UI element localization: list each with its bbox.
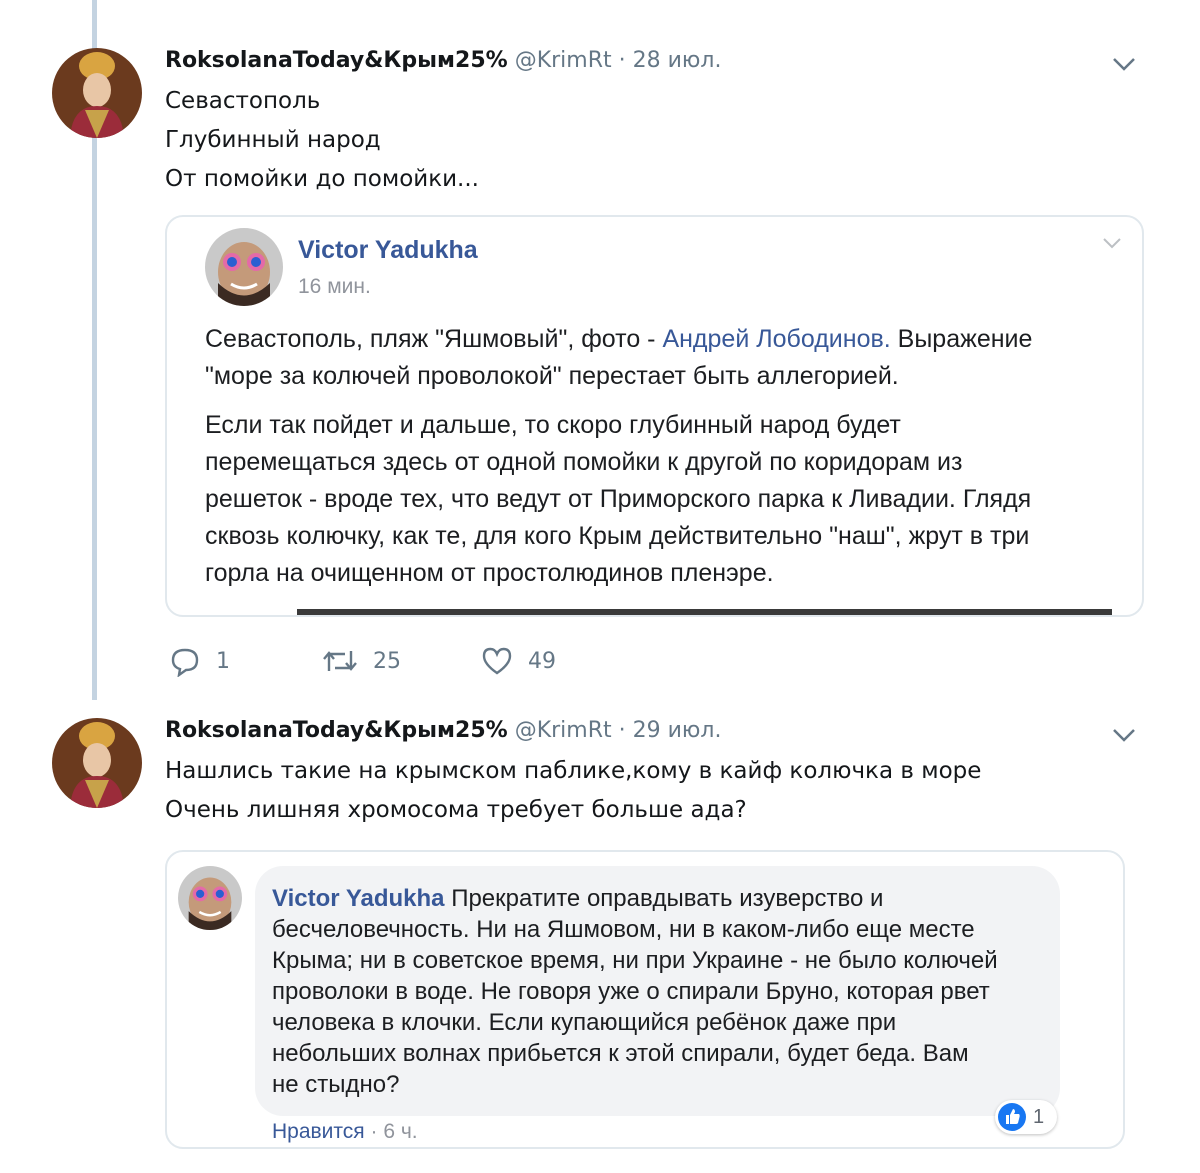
tweet-text-line: Севастополь [165, 88, 321, 114]
retweet-count: 25 [373, 648, 401, 674]
tweet-text-line: Глубинный народ [165, 127, 381, 153]
tweet-text-line: Нашлись такие на крымском паблике,кому в… [165, 758, 982, 784]
image-strip [297, 609, 1112, 615]
fb-text-span: Севастополь, пляж "Яшмовый", фото - [205, 325, 663, 353]
fb-author-avatar[interactable] [205, 228, 283, 306]
heart-icon [482, 647, 512, 675]
reply-count: 1 [216, 648, 230, 674]
thumbs-up-icon [998, 1103, 1026, 1131]
fb-post-paragraph-2: Если так пойдет и дальше, то скоро глуби… [205, 407, 1031, 592]
fb-post-paragraph-1: Севастополь, пляж "Яшмовый", фото - Андр… [205, 321, 1032, 395]
like-button[interactable]: 49 [480, 645, 556, 677]
tweet-meta[interactable]: @KrimRt · 29 июл. [515, 718, 722, 743]
reply-icon [171, 648, 199, 677]
chevron-down-icon[interactable] [1100, 235, 1128, 255]
comment-line: Крыма; ни в советское время, ни при Укра… [272, 947, 998, 974]
author-avatar[interactable] [52, 718, 142, 808]
reaction-count: 1 [1033, 1105, 1045, 1128]
comment-line: не стыдно? [272, 1071, 400, 1098]
tweet-header: RoksolanaToday&Крым25% @KrimRt · 29 июл. [165, 718, 721, 743]
retweet-button[interactable]: 25 [321, 645, 401, 677]
author-name[interactable]: RoksolanaToday&Крым25% [165, 48, 508, 73]
fb-post-time[interactable]: 16 мин. [298, 275, 371, 299]
comment-line: человека в клочки. Если купающийся ребён… [272, 1009, 897, 1036]
fb-text-line: перемещаться здесь от одной помойки к др… [205, 448, 963, 476]
like-count: 49 [528, 648, 556, 674]
tweet-text-line: От помойки до помойки... [165, 166, 479, 192]
fb-text-line: горла на очищенном от простолюдинов плен… [205, 559, 774, 587]
commenter-name[interactable]: Victor Yadukha [272, 885, 445, 912]
tweet-text-line: Очень лишняя хромосома требует больше ад… [165, 797, 747, 823]
fb-text-span: "море за колючей проволокой" перестает б… [205, 362, 899, 390]
retweet-icon [323, 651, 357, 671]
commenter-avatar[interactable] [178, 866, 242, 930]
comment-first-line: Victor Yadukha Прекратите оправдывать из… [272, 883, 998, 914]
fb-text-line: решеток - вроде тех, что ведут от Примор… [205, 485, 1032, 513]
comment-like-link[interactable]: Нравится [272, 1120, 365, 1143]
author-name[interactable]: RoksolanaToday&Крым25% [165, 718, 508, 743]
author-avatar[interactable] [52, 48, 142, 138]
comment-line: небольших волнах прибьется к этой спирал… [272, 1040, 969, 1067]
comment-reactions[interactable]: 1 [995, 1100, 1057, 1134]
reply-button[interactable]: 1 [168, 645, 230, 677]
comment-time[interactable]: · 6 ч. [365, 1120, 418, 1143]
photographer-link[interactable]: Андрей Лободинов. [662, 325, 890, 353]
chevron-down-icon[interactable] [1110, 725, 1138, 745]
chevron-down-icon[interactable] [1110, 54, 1138, 74]
comment-text: Victor Yadukha Прекратите оправдывать из… [272, 883, 998, 1100]
comment-text-span: Прекратите оправдывать изуверство и [444, 885, 884, 912]
comment-line: бесчеловечность. Ни на Яшмовом, ни в как… [272, 916, 975, 943]
tweet-header: RoksolanaToday&Крым25% @KrimRt · 28 июл. [165, 48, 721, 73]
fb-text-line: сквозь колючку, как те, для кого Крым де… [205, 522, 1030, 550]
comment-footer: Нравится · 6 ч. [272, 1120, 418, 1144]
fb-author-name[interactable]: Victor Yadukha [298, 236, 478, 265]
tweet-meta[interactable]: @KrimRt · 28 июл. [515, 48, 722, 73]
comment-line: проволоки в воде. Не говоря уже о спирал… [272, 978, 990, 1005]
fb-text-span: Выражение [890, 325, 1033, 353]
fb-text-line: Если так пойдет и дальше, то скоро глуби… [205, 411, 901, 439]
